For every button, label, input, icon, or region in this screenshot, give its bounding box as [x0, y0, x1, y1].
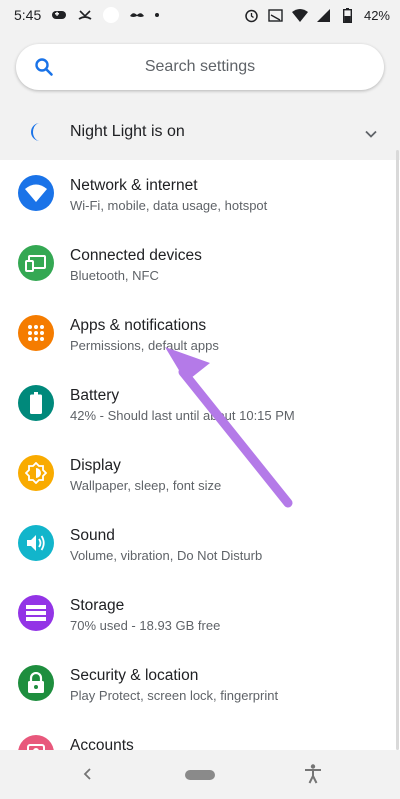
battery-status-icon	[340, 7, 356, 23]
mustache-icon	[129, 7, 145, 23]
battery-icon	[18, 385, 54, 421]
item-subtitle: Wi-Fi, mobile, data usage, hotspot	[70, 198, 268, 213]
settings-list: Network & internet Wi-Fi, mobile, data u…	[0, 160, 400, 790]
item-title: Connected devices	[70, 247, 202, 264]
item-subtitle: Volume, vibration, Do Not Disturb	[70, 548, 263, 563]
settings-item-battery[interactable]: Battery 42% - Should last until about 10…	[0, 370, 400, 440]
wifi-icon	[18, 175, 54, 211]
night-light-label: Night Light is on	[70, 123, 185, 140]
storage-icon	[18, 595, 54, 631]
search-icon	[34, 57, 54, 77]
settings-item-display[interactable]: Display Wallpaper, sleep, font size	[0, 440, 400, 510]
navigation-bar	[0, 750, 400, 799]
settings-item-connected-devices[interactable]: Connected devices Bluetooth, NFC	[0, 230, 400, 300]
brightness-icon	[18, 455, 54, 491]
apps-grid-icon	[18, 315, 54, 351]
item-title: Apps & notifications	[70, 317, 207, 334]
item-subtitle: Bluetooth, NFC	[70, 268, 159, 283]
item-title: Network & internet	[70, 177, 198, 194]
chevron-down-icon[interactable]	[363, 126, 379, 142]
settings-item-security-location[interactable]: Security & location Play Protect, screen…	[0, 650, 400, 720]
settings-item-network[interactable]: Network & internet Wi-Fi, mobile, data u…	[0, 160, 400, 230]
status-time: 5:45	[14, 7, 42, 23]
missed-call-icon	[77, 7, 93, 23]
more-notifications-dot	[155, 13, 160, 17]
status-bar: 5:45 42%	[0, 0, 400, 30]
item-subtitle: Wallpaper, sleep, font size	[70, 478, 222, 493]
search-bar[interactable]: Search settings	[16, 44, 384, 90]
lock-icon	[18, 665, 54, 701]
game-controller-icon	[51, 7, 67, 23]
volume-icon	[18, 525, 54, 561]
alarm-icon	[244, 7, 260, 23]
settings-item-sound[interactable]: Sound Volume, vibration, Do Not Disturb	[0, 510, 400, 580]
back-chevron-icon[interactable]	[80, 766, 96, 782]
item-subtitle: Permissions, default apps	[70, 338, 219, 353]
accessibility-icon[interactable]	[304, 764, 322, 784]
cast-icon	[268, 7, 284, 23]
home-pill-button[interactable]	[185, 770, 215, 780]
wifi-signal-icon	[291, 7, 308, 23]
settings-item-storage[interactable]: Storage 70% used - 18.93 GB free	[0, 580, 400, 650]
item-title: Sound	[70, 527, 115, 544]
item-title: Display	[70, 457, 121, 474]
battery-percent: 42%	[363, 7, 390, 23]
item-title: Security & location	[70, 667, 199, 684]
item-title: Storage	[70, 597, 125, 614]
item-title: Battery	[70, 387, 120, 404]
item-subtitle: 42% - Should last until about 10:15 PM	[70, 408, 295, 423]
search-placeholder[interactable]: Search settings	[16, 58, 384, 76]
item-subtitle: Play Protect, screen lock, fingerprint	[70, 688, 279, 703]
settings-item-apps-notifications[interactable]: Apps & notifications Permissions, defaul…	[0, 300, 400, 370]
night-light-suggestion[interactable]: Night Light is on	[0, 108, 400, 158]
item-subtitle: 70% used - 18.93 GB free	[70, 618, 221, 633]
devices-icon	[18, 245, 54, 281]
notification-circle-icon	[103, 7, 120, 23]
settings-header: Search settings Night Light is on	[0, 30, 400, 160]
cell-signal-icon	[316, 7, 332, 23]
moon-icon	[26, 121, 48, 143]
